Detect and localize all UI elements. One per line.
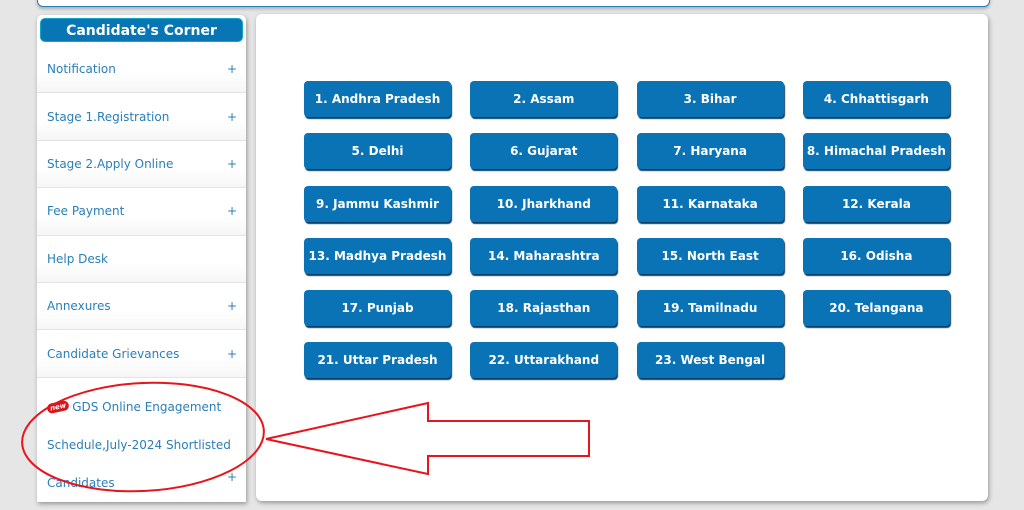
state-button[interactable]: 21. Uttar Pradesh — [304, 342, 451, 379]
state-button[interactable]: 5. Delhi — [304, 133, 451, 170]
state-button[interactable]: 20. Telangana — [802, 290, 950, 327]
sidebar-item-help-desk[interactable]: Help Desk — [37, 235, 246, 283]
sidebar-item-label: Fee Payment — [47, 204, 125, 219]
expand-plus-icon[interactable]: + — [227, 458, 237, 496]
state-button[interactable]: 16. Odisha — [802, 237, 950, 274]
state-button[interactable]: 9. Jammu Kashmir — [304, 185, 451, 222]
expand-plus-icon[interactable]: + — [227, 204, 237, 218]
state-button[interactable]: 7. Haryana — [636, 133, 784, 170]
state-button[interactable]: 11. Karnataka — [636, 185, 784, 222]
state-button[interactable]: 19. Tamilnadu — [636, 290, 784, 327]
state-button[interactable]: 6. Gujarat — [470, 133, 618, 170]
sidebar-item-label: Stage 1.Registration — [47, 109, 170, 124]
state-button[interactable]: 17. Punjab — [304, 290, 451, 327]
state-button[interactable]: 3. Bihar — [636, 81, 784, 117]
sidebar-item-label: Stage 2.Apply Online — [47, 156, 174, 171]
expand-plus-icon[interactable]: + — [227, 299, 237, 313]
state-button[interactable]: 12. Kerala — [802, 185, 950, 222]
sidebar-item-gds-shortlisted-candidates[interactable]: new GDS Online Engagement Schedule,July-2… — [37, 377, 246, 502]
state-button[interactable]: 8. Himachal Pradesh — [802, 133, 950, 170]
sidebar-item-label: GDS Online Engagement — [72, 399, 222, 414]
top-header-box — [37, 0, 990, 7]
state-button[interactable]: 4. Chhattisgarh — [802, 81, 950, 117]
state-selection-panel: 1. Andhra Pradesh 2. Assam 3. Bihar 4. Chha… — [256, 14, 988, 501]
sidebar-title: Candidate's Corner — [40, 18, 243, 42]
sidebar-item-label: Annexures — [47, 299, 111, 314]
sidebar-item-label: Help Desk — [47, 251, 108, 266]
state-button[interactable]: 2. Assam — [470, 81, 618, 117]
expand-plus-icon[interactable]: + — [227, 110, 237, 124]
state-button[interactable]: 15. North East — [636, 237, 784, 274]
expand-plus-icon[interactable]: + — [227, 347, 237, 361]
state-button[interactable]: 18. Rajasthan — [470, 290, 618, 327]
sidebar-item-stage1-registration[interactable]: Stage 1.Registration + — [37, 93, 246, 141]
sidebar-item-annexures[interactable]: Annexures + — [37, 282, 246, 331]
candidates-corner-sidebar: Candidate's Corner Notification + Stage … — [37, 15, 246, 502]
state-button[interactable]: 14. Maharashtra — [470, 237, 618, 274]
expand-plus-icon[interactable]: + — [227, 157, 237, 171]
gds-line-2: Schedule,July-2024 Shortlisted — [47, 437, 231, 452]
state-button[interactable]: 22. Uttarakhand — [470, 342, 618, 379]
gds-line-1: new GDS Online Engagement — [46, 388, 246, 426]
state-button[interactable]: 10. Jharkhand — [470, 185, 618, 222]
sidebar-item-label: Candidate Grievances — [47, 346, 180, 361]
expand-plus-icon[interactable]: + — [227, 62, 237, 76]
state-button[interactable]: 13. Madhya Pradesh — [304, 237, 451, 274]
sidebar-item-fee-payment[interactable]: Fee Payment + — [37, 188, 246, 236]
new-badge-icon: new — [46, 400, 71, 415]
state-button-grid: 1. Andhra Pradesh 2. Assam 3. Bihar 4. Chha… — [304, 81, 950, 379]
state-button[interactable]: 23. West Bengal — [636, 342, 784, 379]
gds-line-3: Candidates — [47, 475, 115, 490]
sidebar-item-candidate-grievances[interactable]: Candidate Grievances + — [37, 330, 246, 378]
sidebar-item-label: Notification — [47, 62, 116, 77]
state-button[interactable]: 1. Andhra Pradesh — [304, 81, 451, 117]
sidebar-item-stage2-apply-online[interactable]: Stage 2.Apply Online + — [37, 140, 246, 189]
sidebar-item-notification[interactable]: Notification + — [37, 46, 246, 94]
